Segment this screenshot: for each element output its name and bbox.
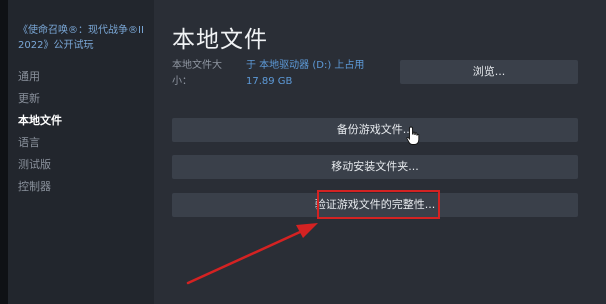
main-panel: 本地文件 本地文件大小： 于 本地驱动器 (D:) 上占用 17.89 GB 浏…	[154, 0, 606, 304]
browse-button[interactable]: 浏览...	[400, 60, 578, 84]
move-install-folder-button[interactable]: 移动安装文件夹...	[172, 155, 578, 179]
local-file-size-label: 本地文件大小：	[172, 60, 222, 87]
sidebar: 《使命召唤®：现代战争®II 2022》公开试玩 通用 更新 本地文件 语言 测…	[8, 0, 154, 304]
background-window-edge	[0, 0, 8, 304]
backup-game-files-button[interactable]: 备份游戏文件...	[172, 118, 578, 142]
sidebar-item-local-files[interactable]: 本地文件	[18, 110, 62, 132]
sidebar-nav: 通用 更新 本地文件 语言 测试版 控制器	[18, 66, 62, 198]
settings-window: 《使命召唤®：现代战争®II 2022》公开试玩 通用 更新 本地文件 语言 测…	[0, 0, 606, 304]
hand-cursor-icon	[406, 126, 420, 145]
page-title: 本地文件	[172, 27, 268, 53]
sidebar-item-updates[interactable]: 更新	[18, 88, 62, 110]
sidebar-item-language[interactable]: 语言	[18, 132, 62, 154]
game-title: 《使命召唤®：现代战争®II 2022》公开试玩	[18, 25, 144, 51]
verify-game-files-button[interactable]: 验证游戏文件的完整性...	[172, 193, 578, 217]
sidebar-item-general[interactable]: 通用	[18, 66, 62, 88]
local-file-size-value: 于 本地驱动器 (D:) 上占用 17.89 GB	[246, 60, 365, 87]
sidebar-item-controller[interactable]: 控制器	[18, 176, 62, 198]
sidebar-item-betas[interactable]: 测试版	[18, 154, 62, 176]
